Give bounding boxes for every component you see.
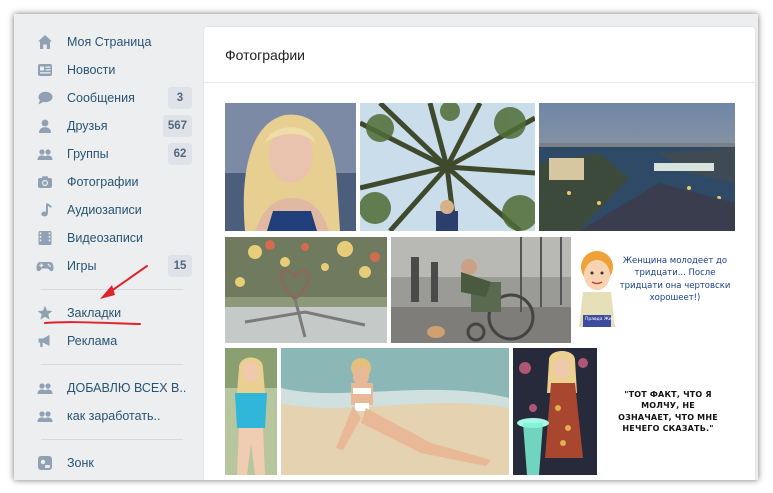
news-icon: [36, 61, 54, 79]
sidebar-item-label: как заработать..: [67, 409, 161, 423]
sidebar-item-label: Игры: [67, 259, 97, 273]
friends-count-badge: 567: [162, 115, 192, 137]
sidebar-item-news[interactable]: Новости: [36, 58, 192, 82]
sidebar-item-label: ДОБАВЛЮ ВСЕХ В..: [67, 381, 187, 395]
groups-icon: [36, 145, 54, 163]
panel-header: Фотографии: [204, 27, 755, 83]
sidebar-item-my-page[interactable]: Моя Страница: [36, 30, 192, 54]
sidebar-item-friends[interactable]: Друзья 567: [36, 114, 192, 138]
page-title: Фотографии: [225, 46, 306, 63]
sidebar-item-label: Друзья: [67, 119, 108, 133]
photos-panel: Фотографии Правда Жизни Женщина молодеет…: [204, 27, 755, 480]
sidebar-item-label: Закладки: [67, 306, 122, 320]
sidebar-item-games[interactable]: Игры 15: [36, 254, 192, 278]
photo-thumbnail[interactable]: [225, 348, 277, 475]
games-count-badge: 15: [168, 255, 192, 277]
sidebar-item-video[interactable]: Видеозаписи: [36, 226, 192, 250]
photo-thumbnail[interactable]: [360, 103, 535, 231]
quote-card[interactable]: "ТОТ ФАКТ, ЧТО Я МОЛЧУ, НЕ ОЗНАЧАЕТ, ЧТО…: [601, 348, 735, 475]
photo-thumbnail[interactable]: [513, 348, 597, 475]
sidebar-item-label: Сообщения: [67, 91, 135, 105]
sidebar-item-groups[interactable]: Группы 62: [36, 142, 192, 166]
sidebar-item-app-zonk[interactable]: Зонк: [36, 451, 192, 475]
photo-thumbnail[interactable]: [539, 103, 735, 231]
gamepad-icon: [36, 257, 54, 275]
photo-thumbnail[interactable]: [225, 103, 356, 231]
quote-text: "ТОТ ФАКТ, ЧТО Я МОЛЧУ, НЕ ОЗНАЧАЕТ, ЧТО…: [618, 390, 718, 433]
photo-caption: Женщина молодеет до тридцати... После тр…: [619, 256, 731, 303]
sidebar-item-label: Моя Страница: [67, 35, 152, 49]
film-icon: [36, 229, 54, 247]
group-icon: [36, 407, 54, 425]
sidebar-item-photos[interactable]: Фотографии: [36, 170, 192, 194]
browser-window: Моя Страница Новости Сообщения 3 Друзья …: [14, 14, 758, 480]
sidebar-item-label: Новости: [67, 63, 116, 77]
megaphone-icon: [36, 332, 54, 350]
friends-icon: [36, 117, 54, 135]
sidebar-item-label: Аудиозаписи: [67, 203, 142, 217]
sidebar-item-group-add-all[interactable]: ДОБАВЛЮ ВСЕХ В..: [36, 376, 192, 400]
sidebar-item-ads[interactable]: Реклама: [36, 329, 192, 353]
sidebar-item-group-earn[interactable]: как заработать..: [36, 404, 192, 428]
left-sidebar: Моя Страница Новости Сообщения 3 Друзья …: [14, 14, 204, 480]
sidebar-item-label: Видеозаписи: [67, 231, 144, 245]
sidebar-item-label: Реклама: [67, 334, 118, 348]
photo-thumbnail[interactable]: [281, 348, 509, 475]
brand-label: Правда Жизни: [585, 316, 620, 322]
messages-count-badge: 3: [168, 87, 192, 109]
sidebar-divider: [41, 364, 183, 365]
home-icon: [36, 33, 54, 51]
photo-thumbnail[interactable]: Правда Жизни Женщина молодеет до тридцат…: [575, 237, 735, 343]
sidebar-item-bookmarks[interactable]: Закладки: [36, 301, 192, 325]
photo-thumbnail[interactable]: [391, 237, 571, 343]
sidebar-item-messages[interactable]: Сообщения 3: [36, 86, 192, 110]
photo-thumbnail[interactable]: [225, 237, 387, 343]
group-icon: [36, 379, 54, 397]
messages-icon: [36, 89, 54, 107]
sidebar-item-audio[interactable]: Аудиозаписи: [36, 198, 192, 222]
sidebar-divider: [41, 289, 183, 290]
camera-icon: [36, 173, 54, 191]
groups-count-badge: 62: [168, 143, 192, 165]
sidebar-item-label: Группы: [67, 147, 109, 161]
app-icon: [36, 454, 54, 472]
sidebar-divider: [41, 439, 183, 440]
music-note-icon: [36, 201, 54, 219]
sidebar-item-label: Фотографии: [67, 175, 139, 189]
star-icon: [36, 304, 54, 322]
sidebar-item-label: Зонк: [67, 456, 94, 470]
